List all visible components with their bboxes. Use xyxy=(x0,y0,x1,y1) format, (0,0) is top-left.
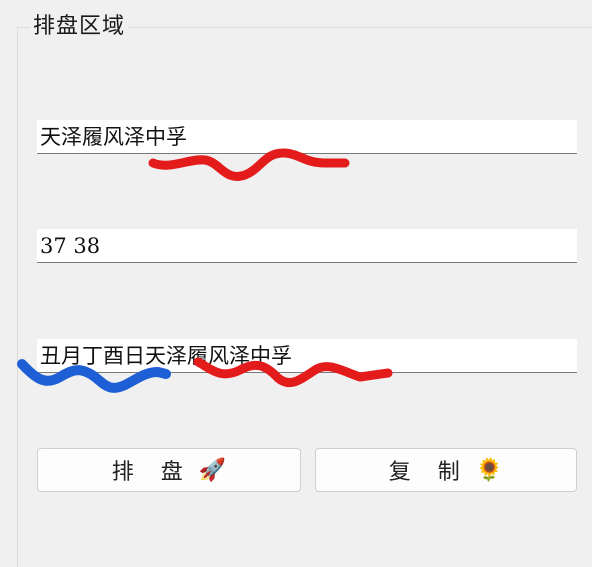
numbers-input[interactable]: 37 38 xyxy=(37,229,577,263)
date-hexagram-input[interactable]: 丑月丁酉日天泽履风泽中孚 xyxy=(37,339,577,373)
copy-button-label: 复 制 xyxy=(388,460,470,485)
sunflower-icon: 🌻 xyxy=(475,457,504,483)
hexagram-input[interactable]: 天泽履风泽中孚 xyxy=(37,120,577,154)
rocket-icon: 🚀 xyxy=(198,457,227,483)
paipan-button[interactable]: 排 盘 🚀 xyxy=(37,448,301,492)
paipan-button-label: 排 盘 xyxy=(111,460,193,485)
copy-button[interactable]: 复 制 🌻 xyxy=(315,448,577,492)
group-title: 排盘区域 xyxy=(30,12,129,42)
